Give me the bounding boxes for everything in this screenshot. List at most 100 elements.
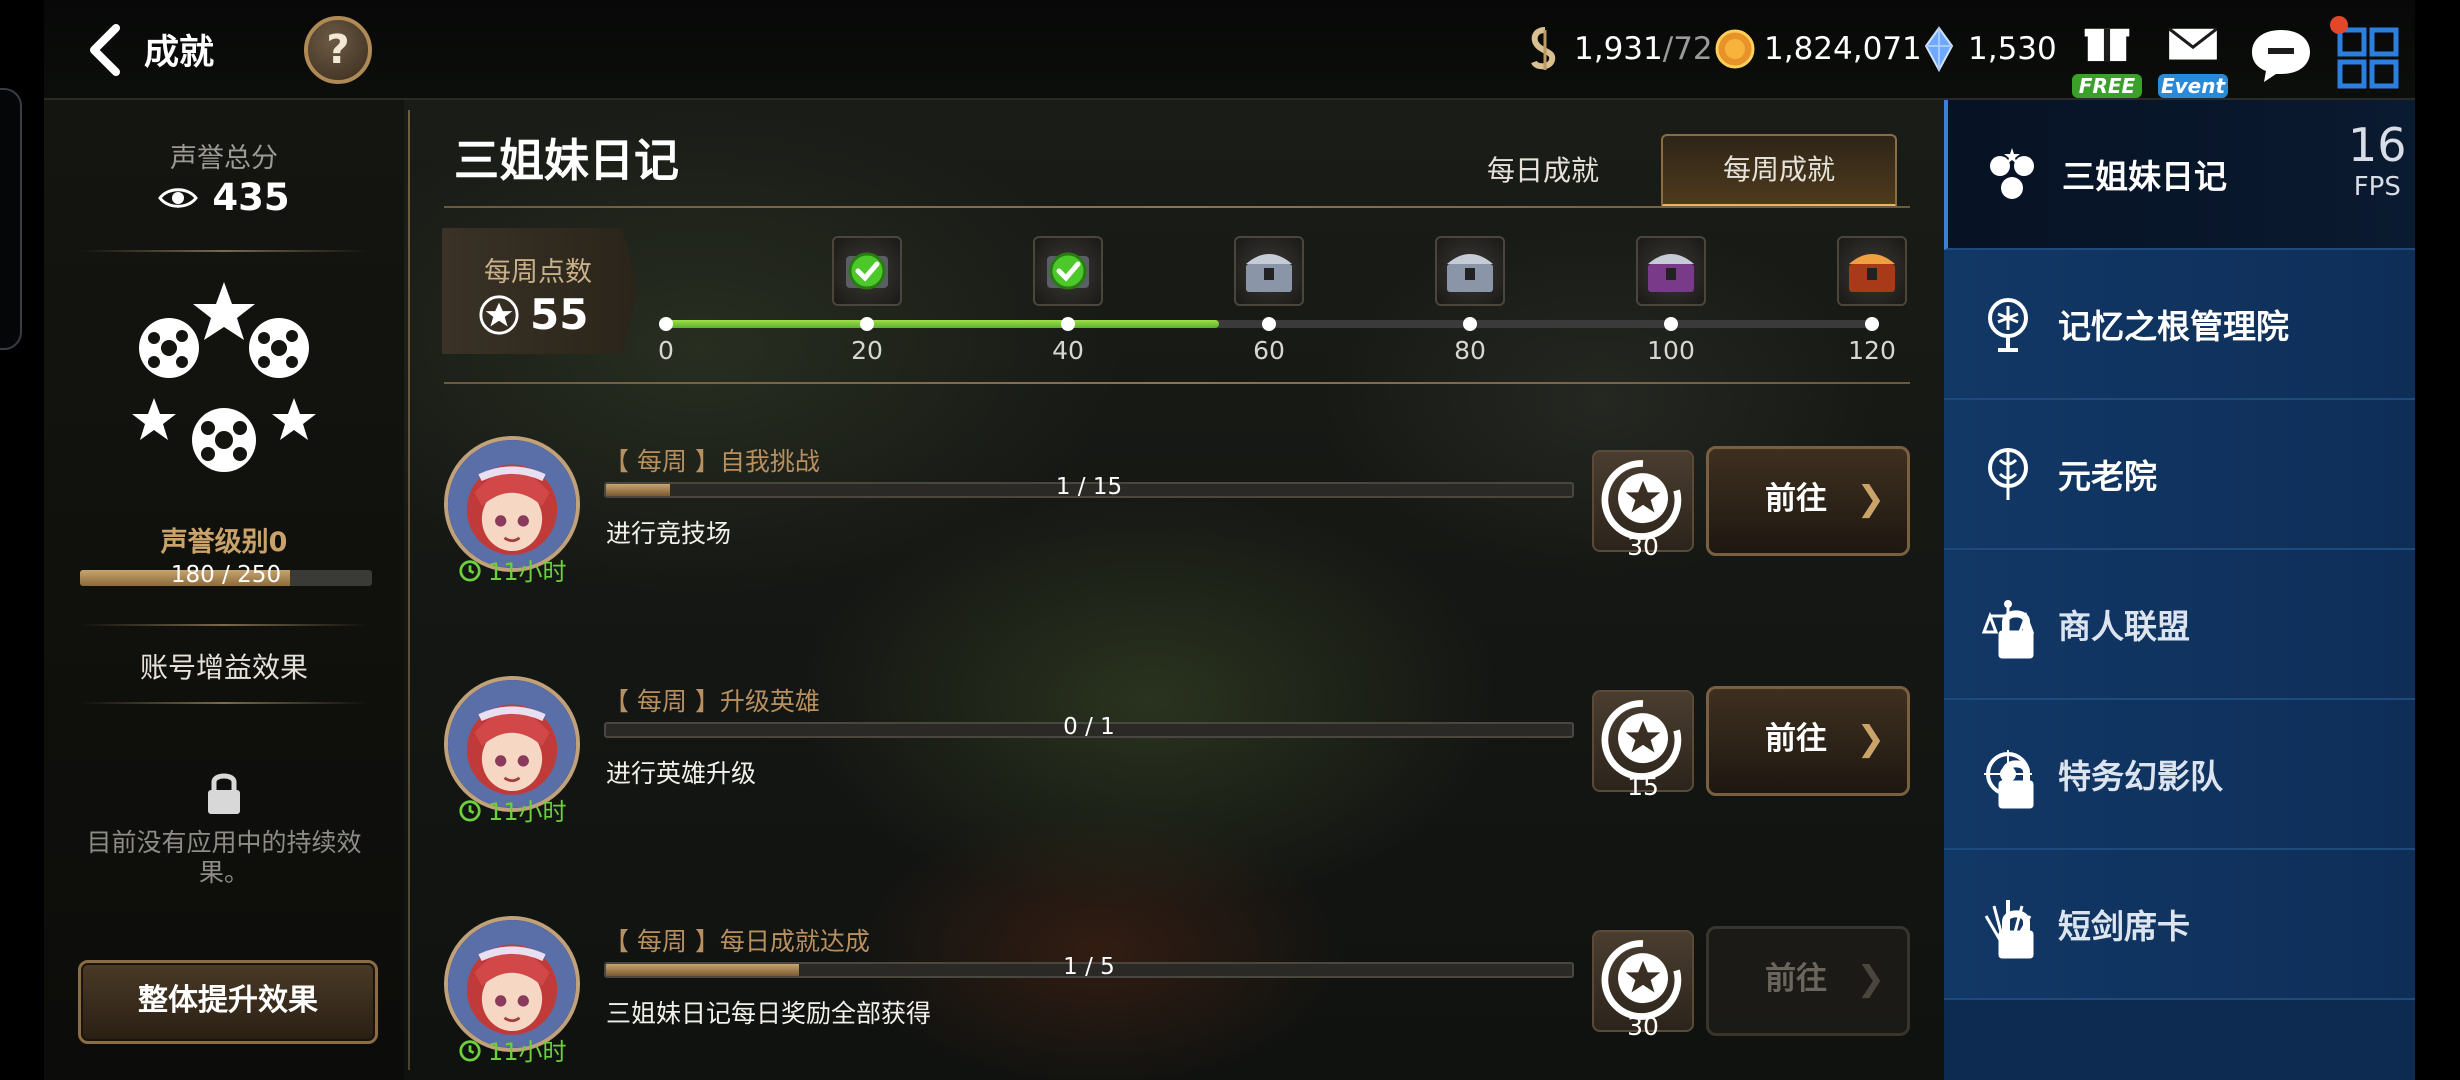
- sidebar-item-label: 元老院: [2058, 457, 2157, 496]
- go-button-label: 前往: [1765, 721, 1827, 757]
- quest-description: 进行英雄升级: [606, 759, 757, 788]
- go-button-label: 前往: [1765, 481, 1827, 517]
- quest-progress-text: 1 / 5: [1063, 954, 1115, 980]
- star-badge-icon: [479, 294, 519, 335]
- tab-weekly[interactable]: 每周成就: [1661, 134, 1897, 208]
- mail-icon: [2168, 27, 2218, 60]
- reputation-level: 声誉级别0: [160, 527, 288, 558]
- dagger-icon: [1980, 896, 2036, 959]
- lock-icon: [208, 773, 240, 814]
- sidebar-item-4[interactable]: 特务幻影队: [1944, 700, 2415, 850]
- timer-icon: [459, 559, 481, 582]
- header-divider: [444, 206, 1910, 208]
- reputation-total-label: 声誉总分: [170, 143, 278, 174]
- avatar-portrait: [448, 680, 576, 808]
- edge-panel-handle[interactable]: [0, 88, 22, 350]
- milestone-reward-60[interactable]: [1234, 236, 1304, 306]
- quest-title: 【 每周 】自我挑战: [604, 447, 820, 476]
- go-button[interactable]: 前往 ❯: [1706, 926, 1910, 1036]
- chevron-right-icon: ❯: [1856, 719, 1886, 759]
- milestone-reward-80[interactable]: [1435, 236, 1505, 306]
- quest-timer-text: 11小时: [488, 798, 567, 826]
- claimed-check-icon: [1047, 252, 1089, 290]
- sidebar-item-label: 三姐妹日记: [2062, 157, 2227, 196]
- event-button[interactable]: Event: [2154, 18, 2232, 98]
- track-tick-label: 40: [1052, 336, 1084, 365]
- fps-counter: 16 FPS: [2348, 118, 2407, 202]
- back-arrow-icon: [90, 24, 120, 76]
- weekly-progress-fill: [666, 320, 1219, 328]
- notification-dot: [2330, 16, 2348, 34]
- milestone-reward-40[interactable]: [1033, 236, 1103, 306]
- weekly-points-panel: 每周点数 55: [442, 228, 638, 354]
- help-button[interactable]: ?: [304, 16, 372, 84]
- chevron-right-icon: ❯: [1856, 479, 1886, 519]
- go-button[interactable]: 前往 ❯: [1706, 446, 1910, 556]
- account-buff-label: 账号增益效果: [139, 651, 308, 684]
- top-bar: 成就 ? 1,931/72 1,824,071 1,530 FREE Event: [44, 0, 2415, 100]
- milestone-reward-120[interactable]: [1837, 236, 1907, 306]
- gold-counter[interactable]: 1,824,071: [1714, 26, 1922, 72]
- root-tree-icon: [1980, 296, 2036, 352]
- chevron-right-icon: ❯: [1856, 959, 1886, 999]
- fps-unit: FPS: [2353, 172, 2401, 202]
- quest-row: 11小时 【 每周 】升级英雄 0 / 1 进行英雄升级 15 前往 ❯: [444, 676, 1910, 836]
- weekly-points-label: 每周点数: [484, 257, 592, 288]
- sidebar-item-1[interactable]: 记忆之根管理院: [1944, 250, 2415, 400]
- three-sisters-emblem-icon: [132, 282, 316, 472]
- panel-divider: [408, 110, 410, 1070]
- track-divider: [444, 382, 1910, 384]
- weekly-points-value: 55: [530, 290, 589, 339]
- go-button-label: 前往: [1765, 961, 1827, 997]
- track-tick-label: 120: [1848, 336, 1896, 365]
- lock-icon: [1998, 610, 2034, 659]
- crystal-counter[interactable]: 1,530: [1918, 26, 2057, 72]
- silver-chest-icon: [1447, 254, 1493, 292]
- track-tick-dot: [860, 317, 874, 331]
- track-tick-label: 100: [1647, 336, 1695, 365]
- quest-timer: 11小时: [458, 792, 567, 827]
- page-title: 成就: [144, 33, 215, 73]
- stamina-icon: [1531, 27, 1556, 70]
- track-tick-label: 60: [1253, 336, 1285, 365]
- quest-reward-value: 15: [1627, 772, 1659, 801]
- track-tick-label: 80: [1454, 336, 1486, 365]
- weekly-points: 55: [478, 290, 588, 339]
- sidebar-item-2[interactable]: 元老院: [1944, 400, 2415, 550]
- sidebar-item-label: 短剑席卡: [2058, 907, 2190, 946]
- ornament-divider: [80, 702, 368, 704]
- sidebar-item-label: 商人联盟: [2058, 607, 2190, 646]
- quest-timer: 11小时: [458, 1032, 567, 1067]
- menu-button[interactable]: [2330, 16, 2408, 96]
- ornament-divider: [80, 250, 368, 252]
- quest-description: 进行竞技场: [606, 519, 732, 548]
- quest-reward-value: 30: [1627, 532, 1659, 561]
- track-tick-dot: [1463, 317, 1477, 331]
- reputation-progress-text: 180 / 250: [170, 562, 282, 588]
- eye-icon: [158, 187, 199, 208]
- quest-description: 三姐妹日记每日奖励全部获得: [606, 999, 932, 1028]
- milestone-reward-20[interactable]: [832, 236, 902, 306]
- sidebar-item-3[interactable]: 商人联盟: [1944, 550, 2415, 700]
- lock-icon: [1998, 910, 2034, 959]
- quest-title: 【 每周 】升级英雄: [604, 687, 820, 716]
- track-tick-dot: [1061, 317, 1075, 331]
- fps-value: 16: [2348, 118, 2407, 172]
- go-button[interactable]: 前往 ❯: [1706, 686, 1910, 796]
- quest-row: 11小时 【 每周 】自我挑战 1 / 15 进行竞技场 30 前往 ❯: [444, 436, 1910, 596]
- avatar-portrait: [448, 440, 576, 568]
- back-button[interactable]: [76, 20, 136, 80]
- weekly-progress-track: [659, 317, 1879, 331]
- whole-boost-button[interactable]: 整体提升效果: [78, 960, 378, 1044]
- sidebar-item-5[interactable]: 短剑席卡: [1944, 850, 2415, 1000]
- chat-button[interactable]: [2242, 18, 2320, 96]
- tab-daily[interactable]: 每日成就: [1425, 134, 1661, 208]
- track-tick-dot: [1865, 317, 1879, 331]
- milestone-reward-100[interactable]: [1636, 236, 1706, 306]
- elder-council-icon: [1980, 446, 2036, 502]
- quest-reward-value: 30: [1627, 1012, 1659, 1041]
- stamina-counter[interactable]: 1,931/72: [1524, 26, 1713, 72]
- sidebar-item-0[interactable]: 三姐妹日记: [1944, 100, 2415, 250]
- three-sisters-icon: [1984, 146, 2040, 202]
- free-gift-button[interactable]: FREE: [2068, 18, 2146, 98]
